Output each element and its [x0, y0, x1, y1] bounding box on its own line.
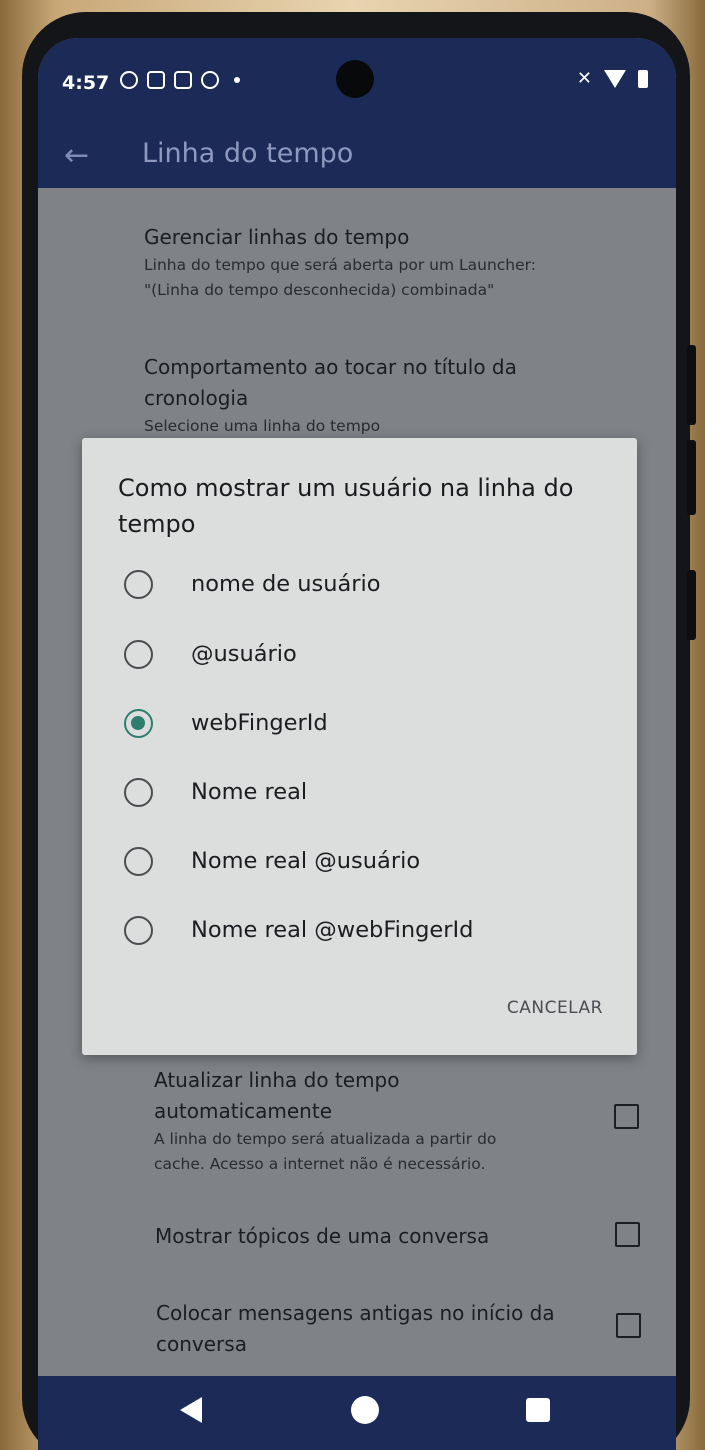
pref-manage-timelines[interactable]: Gerenciar linhas do tempo Linha do tempo…	[144, 222, 634, 303]
volume-button	[687, 345, 696, 425]
pref-old-messages-first[interactable]: Colocar mensagens antigas no início da c…	[156, 1298, 596, 1360]
status-time: 4:57	[62, 72, 110, 94]
navigation-bar	[38, 1376, 676, 1450]
pref-title: cronologia	[144, 386, 249, 410]
pref-title: Comportamento ao tocar no título da	[144, 355, 517, 379]
status-right-icons: ✕	[577, 68, 648, 89]
status-bar: 4:57 ✕	[38, 38, 676, 126]
side-key	[687, 570, 696, 640]
notification-icon	[120, 71, 138, 89]
option-label: Nome real	[191, 779, 308, 805]
pref-title: Colocar mensagens antigas no início da	[156, 1301, 555, 1325]
option-real-name[interactable]: Nome real	[82, 765, 637, 823]
wifi-icon	[604, 69, 626, 88]
option-label: webFingerId	[191, 710, 328, 736]
radio-button[interactable]	[124, 778, 153, 807]
nav-home-icon[interactable]	[351, 1396, 379, 1424]
option-label: Nome real @usuário	[191, 848, 421, 874]
radio-button[interactable]	[124, 916, 153, 945]
pref-summary: cache. Acesso a internet não é necessári…	[154, 1155, 486, 1173]
battery-icon	[638, 69, 648, 88]
status-icons	[120, 71, 240, 89]
app-bar: ← Linha do tempo	[38, 126, 676, 188]
pref-summary: Selecione uma linha do tempo	[144, 417, 381, 435]
option-label: nome de usuário	[191, 571, 381, 597]
pref-title: Mostrar tópicos de uma conversa	[155, 1224, 490, 1248]
nav-recents-icon[interactable]	[526, 1398, 550, 1422]
cancel-button[interactable]: CANCELAR	[507, 998, 603, 1018]
pref-title: conversa	[156, 1332, 247, 1356]
phone-screen: 4:57 ✕ ← Linha do tempo Gerenciar linhas…	[38, 38, 676, 1450]
option-webfingerid[interactable]: webFingerId	[82, 696, 637, 754]
radio-button[interactable]	[124, 847, 153, 876]
radio-button[interactable]	[124, 570, 153, 599]
page-title: Linha do tempo	[142, 138, 354, 169]
pref-auto-refresh[interactable]: Atualizar linha do tempo automaticamente…	[154, 1065, 584, 1177]
nav-back-icon[interactable]	[180, 1397, 202, 1423]
radio-button-selected[interactable]	[124, 709, 153, 738]
dialog-title: Como mostrar um usuário na linha do temp…	[118, 470, 588, 542]
sim-icon	[147, 71, 165, 89]
back-arrow-icon[interactable]: ←	[64, 138, 89, 173]
message-icon	[201, 71, 219, 89]
pref-title: Atualizar linha do tempo	[154, 1068, 400, 1092]
dialog-title-line: Como mostrar um usuário na linha do	[118, 474, 574, 502]
option-real-name-at-username[interactable]: Nome real @usuário	[82, 834, 637, 892]
pref-title-tap-behavior[interactable]: Comportamento ao tocar no título da cron…	[144, 352, 634, 439]
pref-summary: "(Linha do tempo desconhecida) combinada…	[144, 281, 495, 299]
option-username[interactable]: nome de usuário	[82, 557, 637, 615]
pref-title: Gerenciar linhas do tempo	[144, 225, 410, 249]
show-threads-checkbox[interactable]	[615, 1222, 640, 1247]
pref-summary: Linha do tempo que será aberta por um La…	[144, 256, 536, 274]
radio-button[interactable]	[124, 640, 153, 669]
power-button	[687, 440, 696, 515]
more-notifications-dot-icon	[234, 77, 240, 83]
pref-title: automaticamente	[154, 1099, 333, 1123]
option-label: Nome real @webFingerId	[191, 917, 474, 943]
dialog-title-line: tempo	[118, 510, 196, 538]
pref-summary: A linha do tempo será atualizada a parti…	[154, 1130, 497, 1148]
option-at-username[interactable]: @usuário	[82, 627, 637, 685]
front-camera	[336, 60, 374, 98]
user-display-dialog: Como mostrar um usuário na linha do temp…	[82, 438, 637, 1055]
bag-icon	[174, 71, 192, 89]
pref-show-threads[interactable]: Mostrar tópicos de uma conversa	[155, 1221, 585, 1252]
old-messages-first-checkbox[interactable]	[616, 1313, 641, 1338]
mute-icon: ✕	[576, 68, 592, 89]
option-real-name-at-webfingerid[interactable]: Nome real @webFingerId	[82, 903, 637, 961]
auto-refresh-checkbox[interactable]	[614, 1104, 639, 1129]
option-label: @usuário	[191, 641, 297, 667]
